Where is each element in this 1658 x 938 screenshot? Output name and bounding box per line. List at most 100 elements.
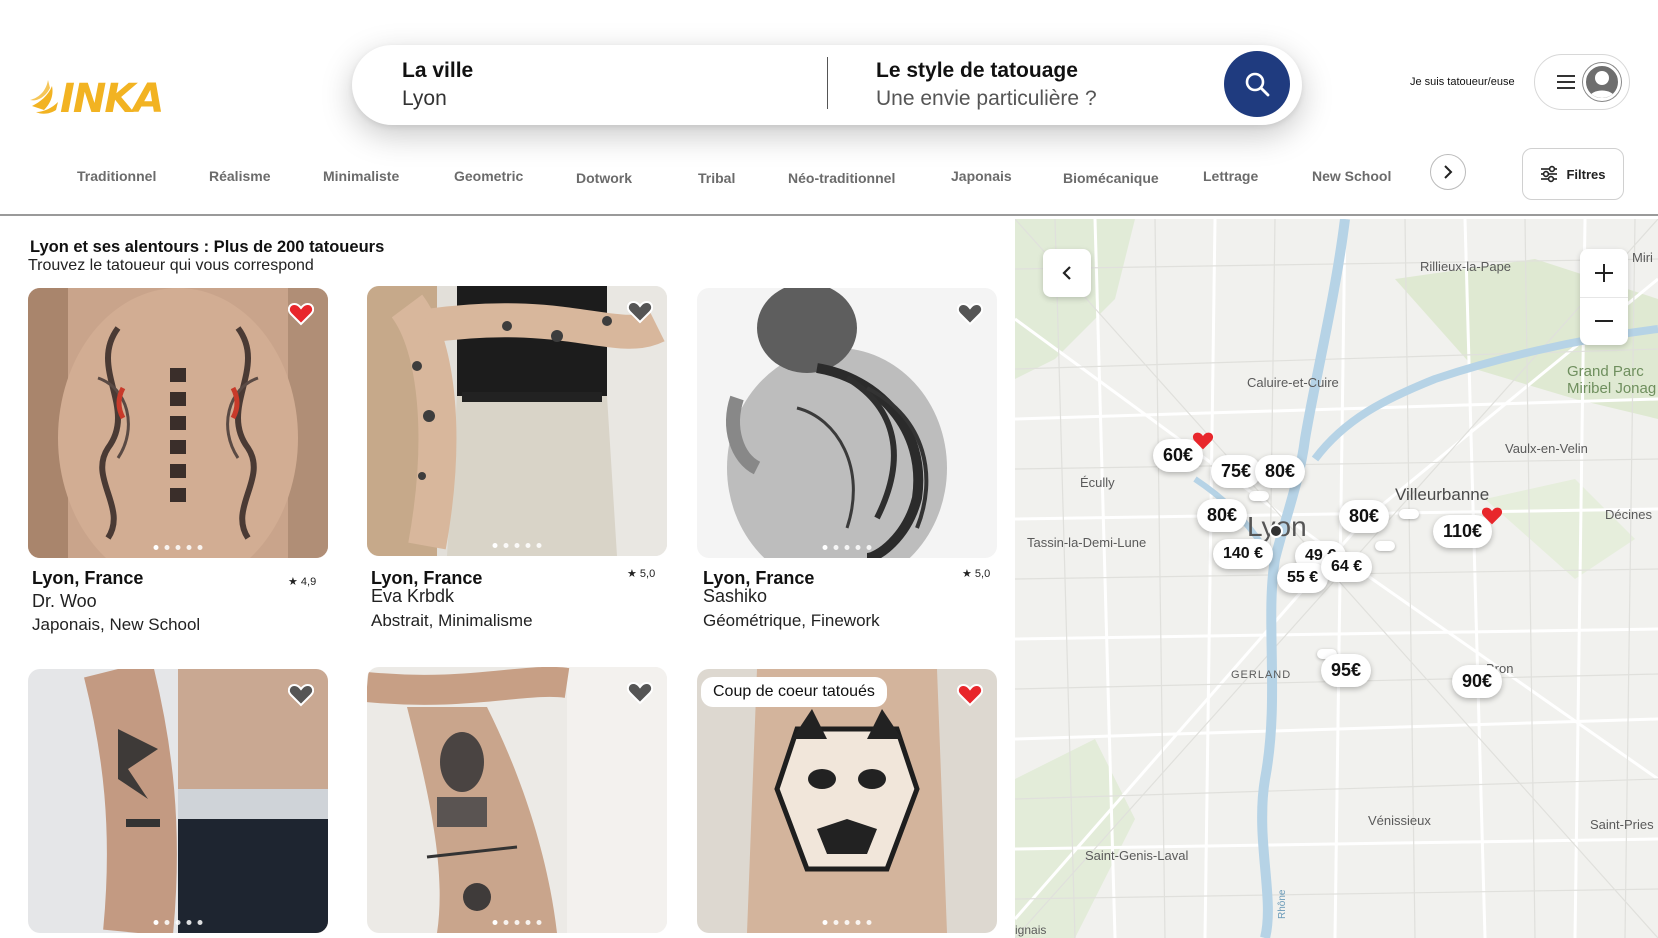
category-tribal[interactable]: Tribal bbox=[698, 170, 735, 186]
card-rating-value: 5,0 bbox=[639, 568, 656, 580]
map-price-pin[interactable]: 90€ bbox=[1452, 665, 1503, 698]
header-divider bbox=[0, 214, 1658, 216]
results-title: Lyon et ses alentours : Plus de 200 tato… bbox=[30, 238, 385, 256]
category-dotwork[interactable]: Dotwork bbox=[576, 170, 632, 186]
map-price-pin[interactable]: 95€ bbox=[1321, 654, 1372, 687]
card-artist-name[interactable]: Dr. Woo bbox=[32, 591, 97, 612]
artist-card-photo[interactable] bbox=[367, 667, 667, 933]
carousel-dots[interactable] bbox=[153, 920, 203, 925]
category-biomecanique[interactable]: Biomécanique bbox=[1063, 170, 1159, 186]
favorite-heart-icon[interactable] bbox=[627, 681, 653, 705]
map-label-miri: Miri bbox=[1632, 250, 1653, 265]
favorite-heart-icon[interactable] bbox=[288, 302, 314, 326]
brand-logo[interactable]: INKA bbox=[30, 72, 170, 122]
card-rating-value: 5,0 bbox=[974, 568, 991, 580]
search-button[interactable] bbox=[1224, 51, 1290, 117]
carousel-dots[interactable] bbox=[492, 543, 542, 548]
category-realisme[interactable]: Réalisme bbox=[209, 168, 270, 184]
card-artist-name[interactable]: Sashiko bbox=[703, 586, 767, 607]
map-zoom-controls bbox=[1580, 249, 1628, 345]
map-label-ecully: Écully bbox=[1080, 475, 1115, 490]
favorite-badge: Coup de coeur tatoués bbox=[701, 677, 887, 707]
artist-card-photo[interactable] bbox=[28, 288, 328, 558]
map-price-pin[interactable]: 80€ bbox=[1197, 499, 1248, 532]
map-label-grand-parc-line2: Miribel Jonag bbox=[1567, 380, 1657, 397]
map-label-venissieux: Vénissieux bbox=[1368, 813, 1431, 828]
zoom-out-button[interactable] bbox=[1580, 297, 1628, 345]
map-label-saint-priest: Saint-Pries bbox=[1590, 817, 1654, 832]
hamburger-icon bbox=[1557, 75, 1575, 89]
artist-card-photo[interactable]: Coup de coeur tatoués bbox=[697, 669, 997, 933]
inka-logo-icon: INKA bbox=[30, 76, 164, 122]
search-divider bbox=[827, 57, 828, 109]
card-styles: Géométrique, Finework bbox=[703, 611, 880, 630]
category-neo-traditionnel[interactable]: Néo-traditionnel bbox=[788, 170, 895, 186]
card-rating: ★ 5,0 bbox=[962, 568, 991, 580]
map-mini-pin[interactable] bbox=[1399, 509, 1419, 519]
carousel-dots[interactable] bbox=[822, 920, 872, 925]
plus-icon bbox=[1595, 264, 1613, 282]
category-new-school[interactable]: New School bbox=[1312, 168, 1391, 184]
map-price-pin[interactable]: 64 € bbox=[1321, 552, 1373, 582]
tattoo-photo-panther-leg bbox=[697, 669, 997, 933]
map-price-pin[interactable]: 80€ bbox=[1339, 500, 1390, 533]
map-label-rillieux: Rillieux-la-Pape bbox=[1420, 259, 1512, 274]
tattoo-photo-statue-arm bbox=[367, 667, 667, 933]
style-input[interactable]: Une envie particulière ? bbox=[876, 87, 1097, 111]
tattoo-photo-swallow-arm bbox=[28, 669, 328, 933]
city-input[interactable]: Lyon bbox=[402, 87, 473, 111]
carousel-dots[interactable] bbox=[153, 545, 203, 550]
map-label-grand-parc: Grand Parc Miribel Jonag bbox=[1567, 363, 1656, 397]
minus-icon bbox=[1595, 320, 1613, 322]
chevron-left-icon bbox=[1062, 266, 1071, 280]
user-menu-button[interactable] bbox=[1534, 54, 1630, 110]
favorite-heart-icon[interactable] bbox=[288, 683, 314, 707]
filters-label: Filtres bbox=[1566, 166, 1606, 182]
results-subtitle: Trouvez le tatoueur qui vous correspond bbox=[28, 257, 314, 274]
map-label-caluire: Caluire-et-Cuire bbox=[1247, 375, 1339, 390]
zoom-in-button[interactable] bbox=[1580, 249, 1628, 297]
map-label-grand-parc-line1: Grand Parc bbox=[1567, 363, 1644, 380]
map-collapse-button[interactable] bbox=[1043, 249, 1091, 297]
chevron-right-icon bbox=[1444, 165, 1453, 179]
style-field[interactable]: Le style de tatouage Une envie particuli… bbox=[876, 59, 1097, 111]
tattoo-photo-back-dragons bbox=[28, 288, 328, 558]
map-mini-pin[interactable] bbox=[1249, 491, 1269, 501]
category-japonais[interactable]: Japonais bbox=[951, 168, 1012, 184]
carousel-dots[interactable] bbox=[822, 545, 872, 550]
carousel-dots[interactable] bbox=[492, 920, 542, 925]
artist-card-photo[interactable] bbox=[367, 286, 667, 556]
card-rating: ★ 5,0 bbox=[627, 568, 656, 580]
tattoo-artist-link[interactable]: Je suis tatoueur/euse bbox=[1410, 76, 1515, 88]
map-price-pin[interactable]: 80€ bbox=[1255, 455, 1306, 488]
map-price-pin[interactable]: 140 € bbox=[1213, 539, 1274, 569]
map-center-marker-icon bbox=[1269, 524, 1283, 538]
category-minimaliste[interactable]: Minimaliste bbox=[323, 168, 399, 184]
style-label: Le style de tatouage bbox=[876, 59, 1078, 82]
card-rating: ★ 4,9 bbox=[288, 576, 317, 588]
categories-next-button[interactable] bbox=[1430, 154, 1466, 190]
map-label-vaulx: Vaulx-en-Velin bbox=[1505, 441, 1588, 456]
search-icon bbox=[1245, 72, 1270, 97]
card-rating-value: 4,9 bbox=[300, 576, 317, 588]
map-label-tassin: Tassin-la-Demi-Lune bbox=[1027, 535, 1147, 550]
favorite-heart-icon[interactable] bbox=[627, 300, 653, 324]
category-lettrage[interactable]: Lettrage bbox=[1203, 168, 1258, 184]
map-label-villeurbanne: Villeurbanne bbox=[1395, 485, 1490, 504]
card-artist-name[interactable]: Eva Krbdk bbox=[371, 586, 454, 607]
svg-text:INKA: INKA bbox=[60, 76, 162, 120]
map-price-pin[interactable]: 75€ bbox=[1211, 455, 1262, 488]
card-styles: Abstrait, Minimalisme bbox=[371, 611, 533, 630]
city-field[interactable]: La ville Lyon bbox=[402, 59, 473, 111]
sliders-icon bbox=[1541, 165, 1558, 183]
map-mini-pin[interactable] bbox=[1375, 541, 1395, 551]
favorite-heart-icon[interactable] bbox=[957, 683, 983, 707]
search-bar: La ville Lyon Le style de tatouage Une e… bbox=[352, 45, 1302, 125]
category-geometric[interactable]: Geometric bbox=[454, 168, 523, 184]
category-traditionnel[interactable]: Traditionnel bbox=[77, 168, 156, 184]
artist-card-photo[interactable] bbox=[697, 288, 997, 558]
results-map[interactable]: Rillieux-la-Pape Miri Grand Parc Miribel… bbox=[1015, 219, 1658, 938]
filters-button[interactable]: Filtres bbox=[1522, 148, 1624, 200]
artist-card-photo[interactable] bbox=[28, 669, 328, 933]
favorite-heart-icon[interactable] bbox=[957, 302, 983, 326]
